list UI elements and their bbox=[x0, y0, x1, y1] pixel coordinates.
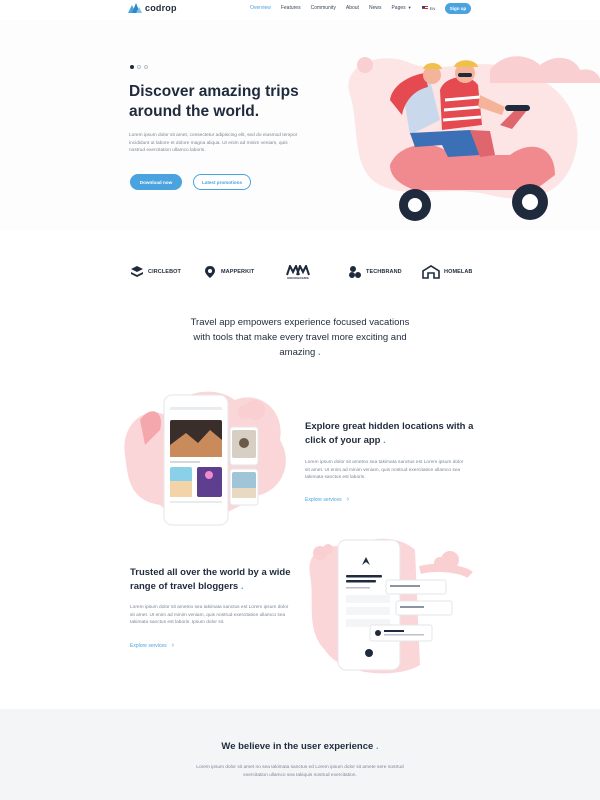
brand-name: MAPPERKIT bbox=[221, 269, 255, 275]
hero-title: Discover amazing trips around the world. bbox=[129, 83, 299, 120]
intro-statement: Travel app empowers experience focused v… bbox=[190, 315, 410, 360]
link-label: Explore services bbox=[305, 496, 342, 503]
accent-period: . bbox=[240, 581, 244, 592]
believe-body: Lorem ipsum dolor sit amet no sea takima… bbox=[196, 765, 404, 778]
phone-gallery-illustration bbox=[124, 391, 286, 526]
chevron-down-icon: ▼ bbox=[407, 5, 412, 10]
brand-mapperkit: MAPPERKIT bbox=[203, 265, 254, 279]
brand-homelab: HOMELAB bbox=[422, 265, 473, 279]
accent-period: . bbox=[317, 347, 321, 358]
techbrand-logo-icon bbox=[349, 266, 361, 278]
map-pin-logo-icon bbox=[205, 266, 215, 278]
feature2-body: Lorem ipsum dolor sit ametno sea takimat… bbox=[130, 605, 289, 625]
brand-name: MONOGRAMS bbox=[287, 276, 309, 280]
latest-promotions-button[interactable]: Latest promotions bbox=[193, 174, 251, 190]
nav-news[interactable]: News bbox=[369, 5, 382, 11]
believe-title-text: We believe in the user experience bbox=[221, 741, 374, 752]
brand-name: TECHBRAND bbox=[366, 269, 402, 275]
circlebot-logo-icon bbox=[131, 266, 143, 277]
brand-circlebot: CIRCLEBOT bbox=[130, 265, 181, 279]
language-selector[interactable]: EN bbox=[421, 5, 436, 11]
feature2-explore-link[interactable]: Explore services › bbox=[130, 642, 174, 649]
scooter-travelers-illustration bbox=[348, 56, 600, 221]
nav-pages-label: Pages bbox=[391, 5, 406, 11]
brand-techbrand: TECHBRAND bbox=[348, 265, 402, 279]
logo-text: codrop bbox=[145, 3, 177, 13]
chevron-right-icon: › bbox=[346, 496, 350, 503]
accent-period: . bbox=[383, 435, 386, 446]
intro-text: Travel app empowers experience focused v… bbox=[190, 317, 410, 358]
partner-logos: CIRCLEBOT MAPPERKIT MONOGRAMS TECHBRAND … bbox=[128, 265, 478, 285]
slide-dot-1[interactable] bbox=[130, 65, 134, 69]
download-now-button[interactable]: Download now bbox=[130, 174, 182, 190]
phone-form-illustration bbox=[309, 538, 473, 674]
link-label: Explore services bbox=[130, 642, 167, 649]
chevron-right-icon: › bbox=[171, 642, 175, 649]
feature1-explore-link[interactable]: Explore services › bbox=[305, 496, 349, 503]
signup-button[interactable]: Sign up bbox=[445, 3, 471, 14]
us-flag-icon bbox=[421, 6, 428, 10]
top-navbar: codrop Overview Features Community About… bbox=[0, 0, 600, 20]
feature2-title-text: Trusted all over the world by a wide ran… bbox=[130, 567, 291, 592]
codrop-logo-icon bbox=[128, 3, 142, 13]
feature1-title-text: Explore great hidden locations with a cl… bbox=[305, 421, 474, 446]
nav-community[interactable]: Community bbox=[311, 5, 336, 11]
monograms-logo-icon bbox=[286, 265, 310, 276]
brand-name: CIRCLEBOT bbox=[148, 269, 181, 275]
slider-dots bbox=[130, 65, 148, 69]
feature1-body: Lorem ipsum dolor sit ametno sea takimat… bbox=[305, 460, 464, 480]
believe-section bbox=[0, 709, 600, 800]
nav-pages[interactable]: Pages ▼ bbox=[391, 5, 411, 11]
logo[interactable]: codrop bbox=[128, 3, 177, 13]
slide-dot-2[interactable] bbox=[137, 65, 141, 69]
language-label: EN bbox=[429, 5, 436, 11]
nav-overview[interactable]: Overview bbox=[250, 5, 271, 11]
brand-name: HOMELAB bbox=[444, 269, 473, 275]
feature1-title: Explore great hidden locations with a cl… bbox=[305, 420, 475, 448]
accent-period: . bbox=[375, 741, 379, 752]
nav-about[interactable]: About bbox=[346, 5, 359, 11]
hero-body: Lorem ipsum dolor sit amet, consectetur … bbox=[129, 133, 298, 153]
homelab-logo-icon bbox=[422, 265, 440, 279]
nav-features[interactable]: Features bbox=[281, 5, 301, 11]
slide-dot-3[interactable] bbox=[144, 65, 148, 69]
brand-monograms: MONOGRAMS bbox=[286, 265, 310, 280]
believe-title: We believe in the user experience . bbox=[0, 741, 600, 752]
main-menu: Overview Features Community About News P… bbox=[250, 5, 435, 11]
feature2-title: Trusted all over the world by a wide ran… bbox=[130, 566, 300, 594]
